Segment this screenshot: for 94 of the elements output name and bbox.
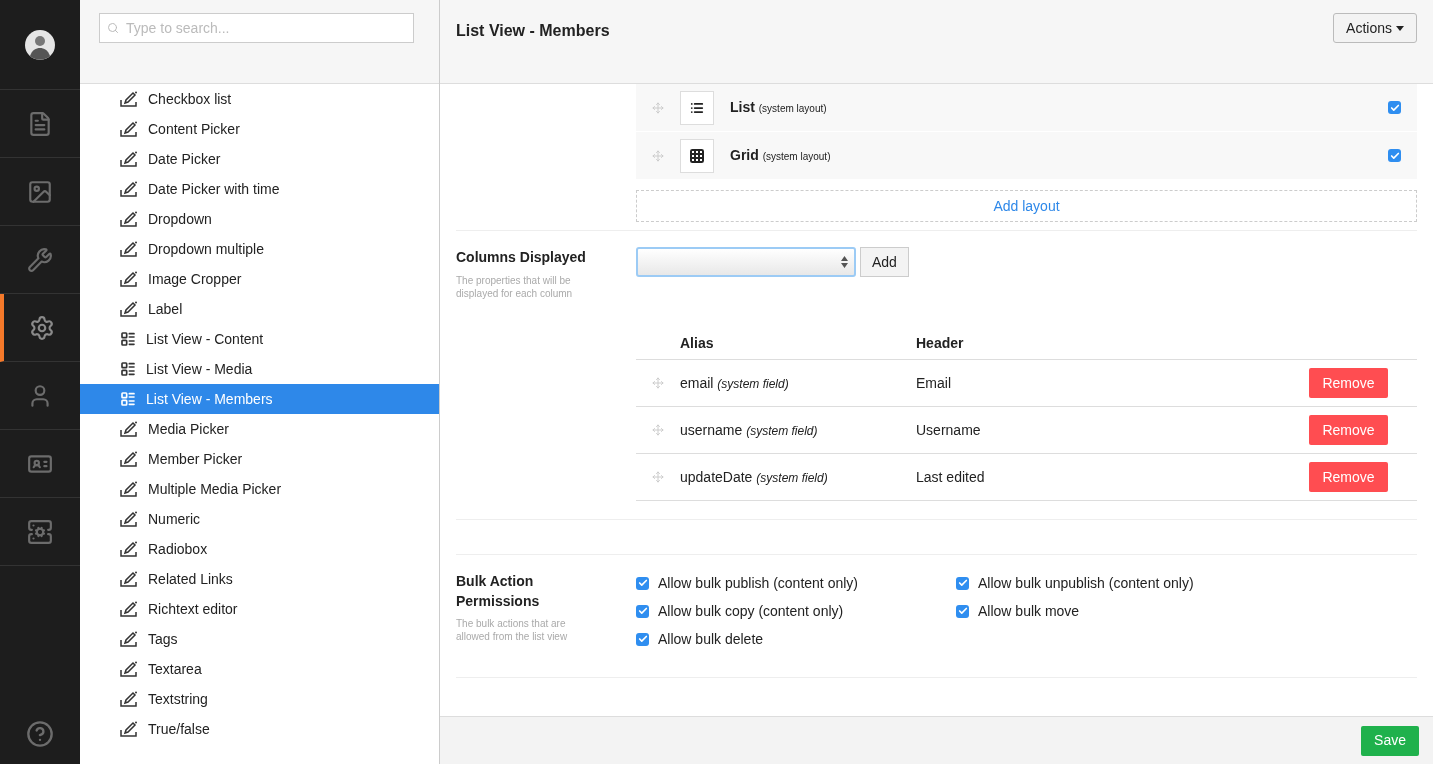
tree-item[interactable]: Tags [80, 624, 439, 654]
edit-icon [120, 211, 138, 227]
table-cell-text: username (system field) [680, 420, 819, 440]
layout-checkbox[interactable] [1388, 101, 1401, 114]
layout-checkbox[interactable] [1388, 149, 1401, 162]
section-label: Columns Displayed [456, 248, 587, 267]
column-header: Alias [680, 333, 715, 353]
tree-item[interactable]: Numeric [80, 504, 439, 534]
add-column-button[interactable]: Add [860, 247, 909, 277]
permission-checkbox[interactable] [956, 576, 969, 590]
table-cell-text: Username [916, 420, 982, 440]
tree-item[interactable]: Dropdown [80, 204, 439, 234]
tree-item[interactable]: Member Picker [80, 444, 439, 474]
edit-icon [120, 91, 138, 107]
tree-item[interactable]: List View - Members [80, 384, 439, 414]
page-title: List View - Members [456, 21, 610, 41]
nav-section-button[interactable] [0, 294, 80, 362]
tree-item[interactable]: Date Picker [80, 144, 439, 174]
drag-handle-icon[interactable] [652, 149, 664, 162]
tree-item[interactable]: Image Cropper [80, 264, 439, 294]
edit-icon [120, 271, 138, 287]
checkbox-label: Allow bulk unpublish (content only) [978, 573, 1194, 593]
add-layout-button[interactable]: Add layout [636, 190, 1417, 222]
table-cell-text: Last edited [916, 467, 986, 487]
settings-icon [29, 314, 55, 341]
search-field[interactable]: Type to search... [99, 13, 414, 43]
checkbox-label: Allow bulk move [978, 601, 1080, 621]
edit-icon [120, 601, 138, 617]
edit-icon [120, 661, 138, 677]
section-description: The bulk actions that are allowed from the list view [456, 617, 569, 643]
drag-handle-icon[interactable] [652, 101, 664, 114]
permission-checkbox[interactable] [956, 604, 969, 618]
server-icon [27, 518, 53, 545]
actions-button[interactable]: Actions [1333, 13, 1417, 43]
image-icon [27, 178, 53, 205]
tree-item[interactable]: True/false [80, 714, 439, 744]
search-icon [107, 22, 119, 34]
tree-item[interactable]: Checkbox list [80, 84, 439, 114]
checkbox-label: Allow bulk copy (content only) [658, 601, 844, 621]
help-icon[interactable] [26, 720, 54, 748]
select-arrows-icon [841, 256, 848, 268]
tree-item[interactable]: Date Picker with time [80, 174, 439, 204]
tree-item[interactable]: Textarea [80, 654, 439, 684]
wrench-icon [27, 246, 53, 273]
table-cell-text: Email [916, 373, 952, 393]
avatar[interactable] [25, 29, 55, 60]
edit-icon [120, 181, 138, 197]
document-icon [27, 110, 53, 137]
table-cell-text: email (system field) [680, 373, 790, 393]
edit-icon [120, 121, 138, 137]
edit-icon [120, 451, 138, 467]
permission-checkbox[interactable] [636, 604, 649, 618]
section-description: The properties that will be displayed for each column [456, 274, 574, 300]
tree-item[interactable]: Dropdown multiple [80, 234, 439, 264]
caret-icon [1396, 25, 1404, 31]
property-select[interactable] [636, 247, 856, 277]
permission-checkbox[interactable] [636, 632, 649, 646]
tree-item[interactable]: Textstring [80, 684, 439, 714]
tree-item[interactable]: Related Links [80, 564, 439, 594]
drag-handle-icon[interactable] [652, 424, 664, 436]
edit-icon [120, 421, 138, 437]
edit-icon [120, 241, 138, 257]
grid-icon [689, 147, 705, 164]
layout-name: List (system layout) [730, 98, 827, 117]
checkbox-label: Allow bulk delete [658, 629, 764, 649]
edit-icon [120, 691, 138, 707]
checkbox-label: Allow bulk publish (content only) [658, 573, 858, 593]
list-view-icon [120, 361, 136, 377]
tree-item[interactable]: List View - Media [80, 354, 439, 384]
list-icon [690, 100, 704, 115]
tree-item[interactable]: List View - Content [80, 324, 439, 354]
layout-name: Grid (system layout) [730, 146, 831, 165]
section-label: Bulk Action Permissions [456, 572, 541, 611]
tree-item[interactable]: Label [80, 294, 439, 324]
edit-icon [120, 301, 138, 317]
edit-icon [120, 481, 138, 497]
edit-icon [120, 721, 138, 737]
tree-item[interactable]: Multiple Media Picker [80, 474, 439, 504]
tree-item[interactable]: Content Picker [80, 114, 439, 144]
tree-item[interactable]: Richtext editor [80, 594, 439, 624]
edit-icon [120, 541, 138, 557]
permission-checkbox[interactable] [636, 576, 649, 590]
list-view-icon [120, 331, 136, 347]
edit-icon [120, 571, 138, 587]
tree-item[interactable]: Radiobox [80, 534, 439, 564]
list-view-icon [120, 391, 136, 407]
edit-icon [120, 151, 138, 167]
table-cell-text: updateDate (system field) [680, 467, 829, 487]
edit-icon [120, 631, 138, 647]
drag-handle-icon[interactable] [652, 471, 664, 483]
edit-icon [120, 511, 138, 527]
drag-handle-icon[interactable] [652, 377, 664, 389]
column-header: Header [916, 333, 964, 353]
tree-item[interactable]: Media Picker [80, 414, 439, 444]
